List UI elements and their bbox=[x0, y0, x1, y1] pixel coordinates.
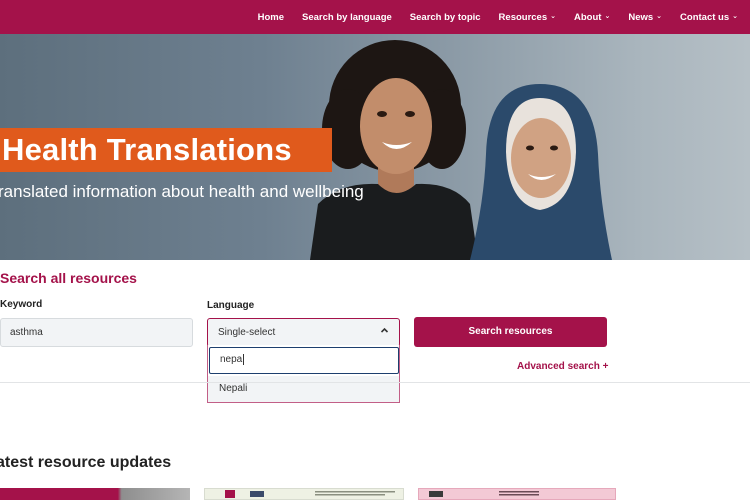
language-filter-value: nepa bbox=[220, 354, 243, 365]
nav-search-by-language-label: Search by language bbox=[302, 11, 392, 23]
resource-card-2[interactable] bbox=[204, 488, 404, 500]
nav-news[interactable]: News ⌄ bbox=[628, 12, 662, 23]
language-dropdown: nepa Nepali bbox=[207, 345, 400, 403]
hero-banner: Health Translations ranslated informatio… bbox=[0, 34, 750, 260]
card-thumbnail-header bbox=[429, 491, 539, 497]
nav-about-label: About bbox=[574, 11, 602, 23]
nav-home-label: Home bbox=[257, 11, 285, 23]
nav-resources-label: Resources bbox=[498, 11, 548, 23]
keyword-label: Keyword bbox=[0, 299, 43, 310]
nav-search-by-topic[interactable]: Search by topic bbox=[410, 12, 481, 23]
nav-resources[interactable]: Resources ⌄ bbox=[499, 12, 556, 23]
search-section-title: Search all resources bbox=[0, 270, 137, 286]
card-thumbnail-header bbox=[225, 490, 395, 498]
top-navigation-bar: Home Search by language Search by topic … bbox=[0, 0, 750, 34]
nav-search-by-language[interactable]: Search by language bbox=[302, 12, 392, 23]
chevron-down-icon: ⌄ bbox=[656, 13, 663, 20]
nav-contact-us[interactable]: Contact us ⌄ bbox=[680, 12, 738, 23]
text-cursor bbox=[243, 353, 245, 365]
language-filter-input[interactable]: nepa bbox=[209, 347, 399, 374]
page-title: Health Translations bbox=[2, 132, 292, 167]
language-label: Language bbox=[207, 300, 255, 311]
chevron-down-icon: ⌄ bbox=[732, 13, 738, 20]
nav-contact-us-label: Contact us bbox=[680, 11, 730, 23]
nav-news-label: News bbox=[628, 11, 654, 23]
hero-subtitle: ranslated information about health and w… bbox=[0, 182, 364, 201]
nav-about[interactable]: About ⌄ bbox=[574, 12, 610, 23]
language-select[interactable]: Single-select bbox=[207, 318, 400, 347]
resource-card-1[interactable] bbox=[0, 488, 190, 500]
latest-updates-title: atest resource updates bbox=[0, 454, 172, 471]
search-resources-button[interactable]: Search resources bbox=[414, 317, 607, 347]
nav-home[interactable]: Home bbox=[258, 12, 284, 23]
keyword-input[interactable]: asthma bbox=[0, 318, 193, 347]
advanced-search-link[interactable]: Advanced search + bbox=[517, 361, 608, 372]
nav-search-by-topic-label: Search by topic bbox=[409, 11, 481, 23]
language-option-nepali[interactable]: Nepali bbox=[208, 376, 399, 402]
chevron-up-icon bbox=[380, 319, 389, 346]
resource-card-3[interactable] bbox=[418, 488, 616, 500]
chevron-down-icon: ⌄ bbox=[550, 13, 557, 20]
chevron-down-icon: ⌄ bbox=[604, 13, 611, 20]
hero-photo-woman-hijab bbox=[470, 84, 612, 260]
main-nav: Home Search by language Search by topic … bbox=[258, 0, 738, 34]
section-divider bbox=[0, 382, 750, 383]
language-select-value: Single-select bbox=[218, 327, 276, 338]
